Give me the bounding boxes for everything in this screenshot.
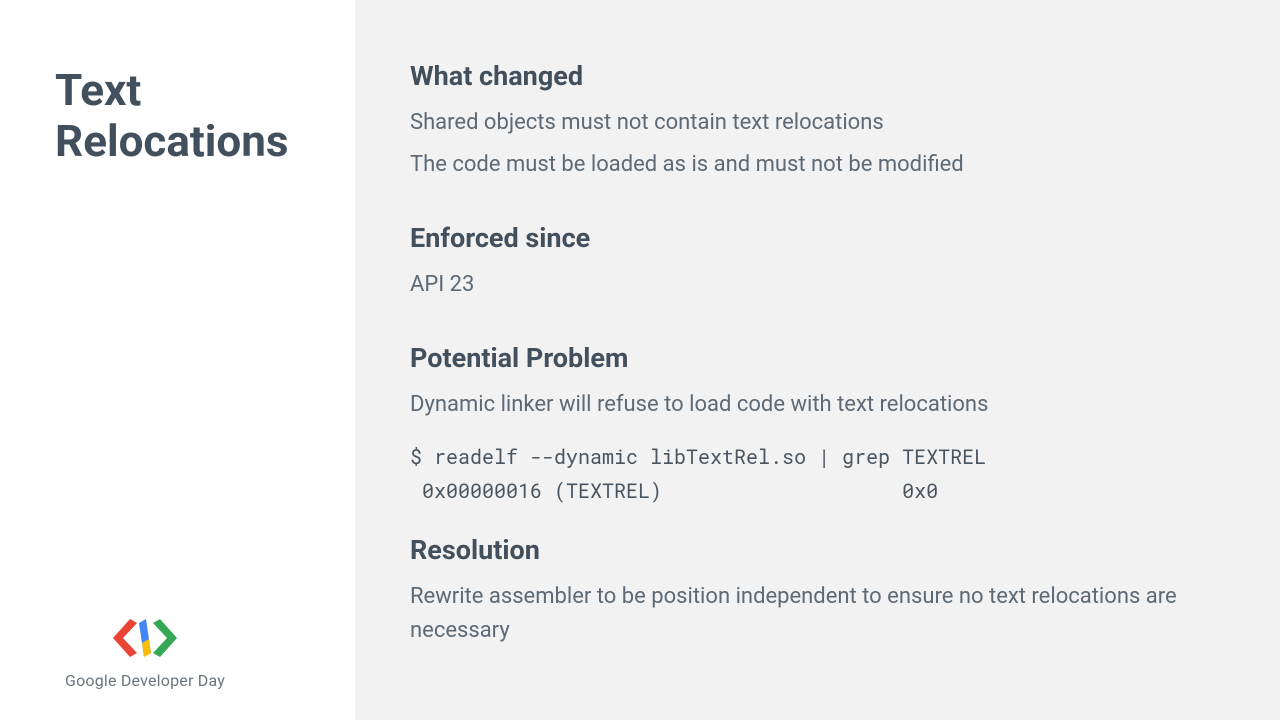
section-what-changed: What changed Shared objects must not con… [410, 60, 1220, 182]
potential-problem-line1: Dynamic linker will refuse to load code … [410, 388, 1220, 422]
heading-potential-problem: Potential Problem [410, 342, 1220, 374]
footer-brand: Google Developer Day [55, 619, 235, 690]
resolution-line1: Rewrite assembler to be position indepen… [410, 580, 1220, 648]
what-changed-line2: The code must be loaded as is and must n… [410, 148, 1220, 182]
what-changed-line1: Shared objects must not contain text rel… [410, 106, 1220, 140]
heading-resolution: Resolution [410, 534, 1220, 566]
code-block: $ readelf --dynamic libTextRel.so | grep… [410, 440, 1220, 508]
footer-brand-text: Google Developer Day [65, 671, 225, 690]
section-potential-problem: Potential Problem Dynamic linker will re… [410, 342, 1220, 508]
content-panel: What changed Shared objects must not con… [355, 0, 1280, 720]
enforced-since-value: API 23 [410, 268, 1220, 302]
heading-enforced-since: Enforced since [410, 222, 1220, 254]
section-resolution: Resolution Rewrite assembler to be posit… [410, 534, 1220, 648]
section-enforced-since: Enforced since API 23 [410, 222, 1220, 302]
heading-what-changed: What changed [410, 60, 1220, 92]
slide-title: Text Relocations [55, 65, 325, 166]
google-dev-logo-icon [113, 619, 177, 661]
left-panel: Text Relocations Google Developer Day [0, 0, 355, 720]
